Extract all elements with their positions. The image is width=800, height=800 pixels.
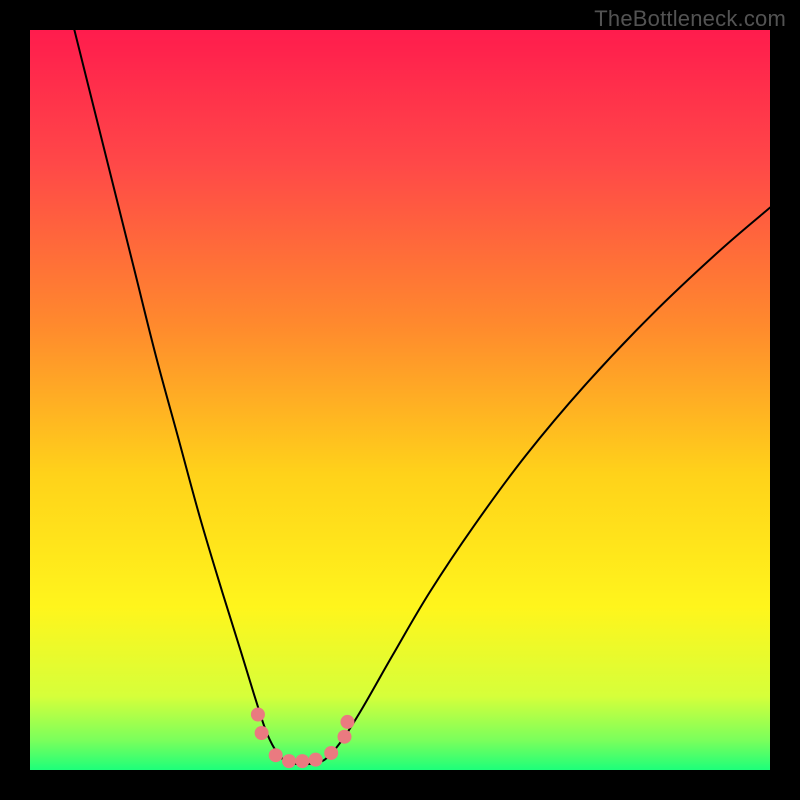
chart-svg — [30, 30, 770, 770]
gradient-background — [30, 30, 770, 770]
valley-marker — [282, 754, 296, 768]
valley-marker — [340, 715, 354, 729]
valley-marker — [269, 748, 283, 762]
valley-marker — [338, 730, 352, 744]
watermark-text: TheBottleneck.com — [594, 6, 786, 32]
valley-marker — [295, 754, 309, 768]
plot-area — [30, 30, 770, 770]
valley-marker — [255, 726, 269, 740]
valley-marker — [324, 746, 338, 760]
chart-frame: TheBottleneck.com — [0, 0, 800, 800]
valley-marker — [251, 708, 265, 722]
valley-marker — [309, 753, 323, 767]
